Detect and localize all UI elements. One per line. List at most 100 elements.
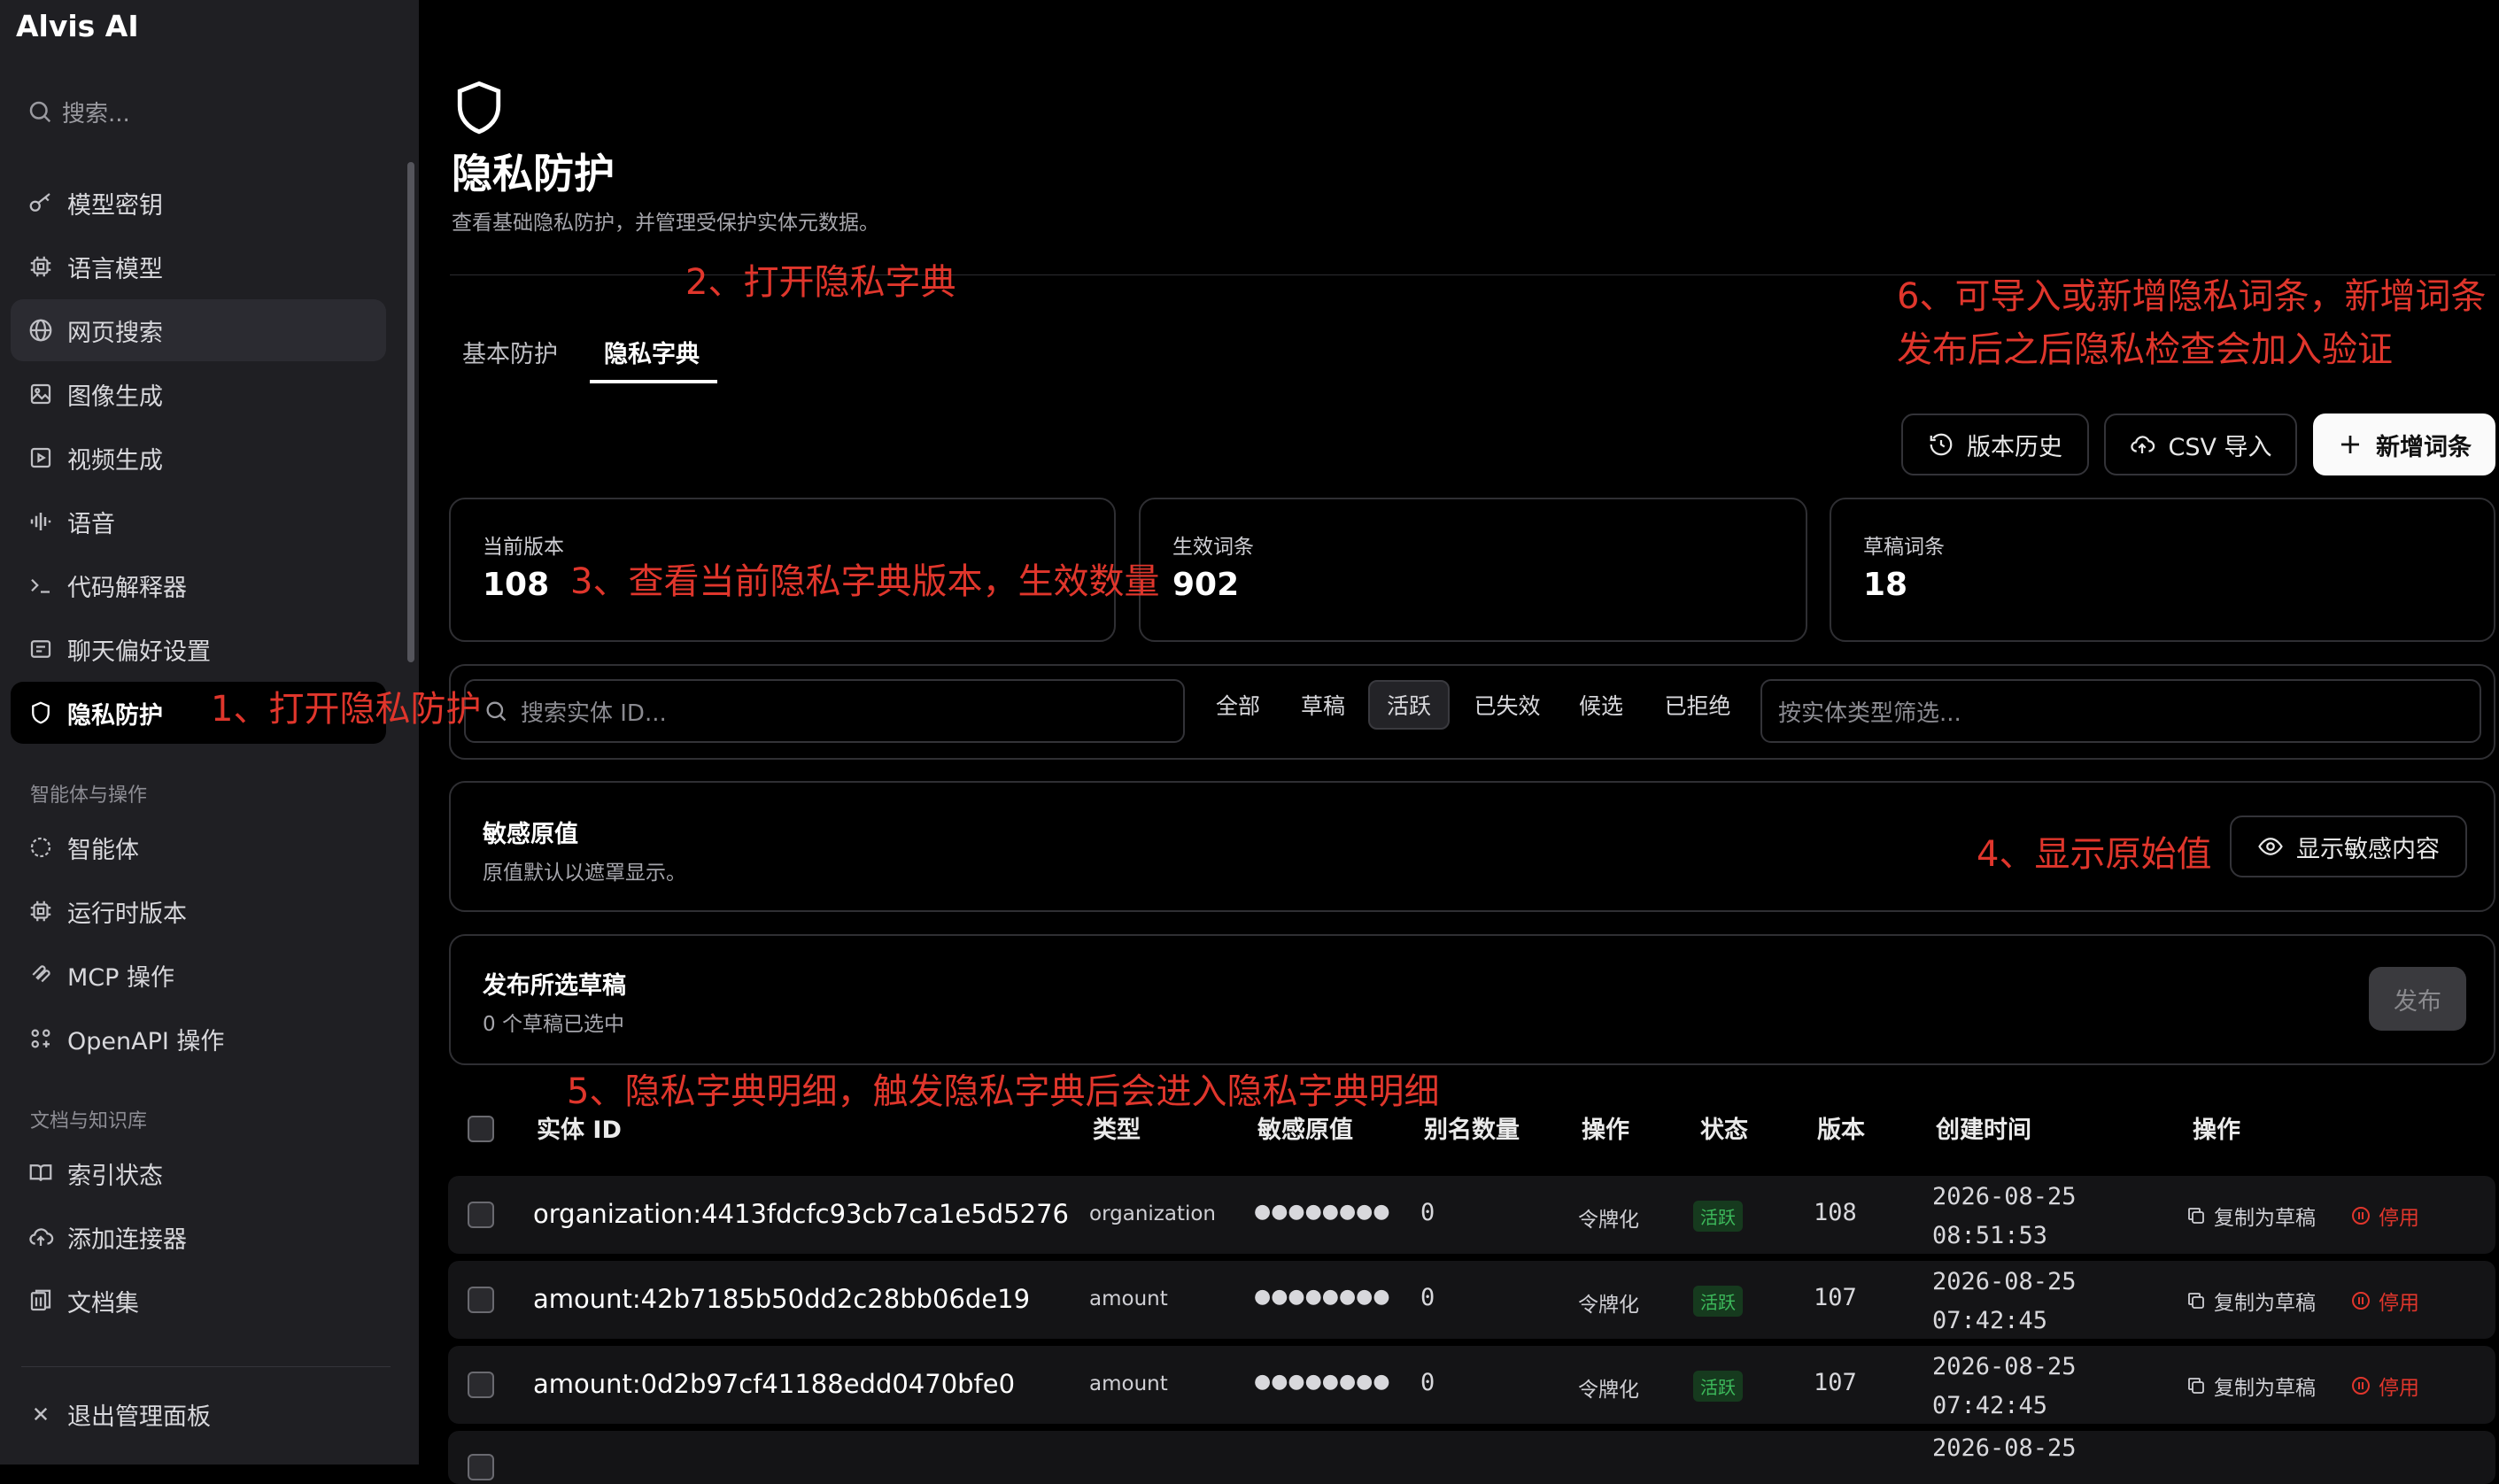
eye-icon (2257, 833, 2296, 860)
disable-label: 停用 (2379, 1292, 2419, 1315)
tab-basic-protection[interactable]: 基本防护 (462, 335, 558, 369)
row-checkbox[interactable] (468, 1454, 494, 1480)
sidebar-item-label: 网页搜索 (67, 319, 163, 347)
annotation-step-4: 4、显示原始值 (1977, 834, 2212, 875)
version-history-button[interactable]: 版本历史 (1901, 414, 2089, 475)
table-row[interactable]: amount:0d2b97cf41188edd0470bfe0 amount ●… (448, 1346, 2495, 1424)
column-header: 创建时间 (1936, 1117, 2031, 1144)
add-entry-button[interactable]: 新增词条 (2313, 414, 2495, 475)
sidebar-item-model-keys[interactable]: 模型密钥 (11, 172, 386, 234)
key-icon (27, 189, 55, 217)
filter-expired[interactable]: 已失效 (1466, 680, 1549, 730)
stat-label: 生效词条 (1172, 536, 1254, 559)
column-header: 版本 (1817, 1117, 1865, 1144)
history-icon (1928, 431, 1967, 458)
table-row[interactable]: organization:4413fdcfc93cb7ca1e5d5276 or… (448, 1176, 2495, 1254)
sidebar-divider (21, 1366, 391, 1367)
stat-label: 草稿词条 (1863, 536, 1945, 559)
sidebar-item-label: 索引状态 (67, 1162, 163, 1190)
stat-card-draft-entries: 草稿词条 18 (1830, 498, 2495, 642)
sidebar-search[interactable]: 搜索... (27, 92, 130, 131)
sidebar-item-index-status[interactable]: 索引状态 (11, 1142, 386, 1204)
add-entry-label: 新增词条 (2376, 433, 2472, 461)
terminal-icon (27, 571, 55, 599)
sidebar-item-agents[interactable]: 智能体 (11, 816, 386, 878)
created-date: 2026-08-25 (1932, 1434, 2077, 1462)
power-icon (2350, 1290, 2371, 1311)
csv-import-button[interactable]: CSV 导入 (2104, 414, 2297, 475)
entity-type: amount (1089, 1287, 1168, 1310)
created-clock: 07:42:45 (1932, 1392, 2048, 1419)
sidebar-item-label: 隐私防护 (67, 701, 163, 730)
show-sensitive-button[interactable]: 显示敏感内容 (2230, 815, 2467, 877)
sidebar: Alvis AI 搜索... 模型密钥 语言模型 网页搜索 图像生成 视频生成 … (0, 0, 419, 1465)
alias-count: 0 (1420, 1369, 1435, 1396)
created-date: 2026-08-25 (1932, 1268, 2077, 1295)
copy-to-draft-label: 复制为草稿 (2214, 1377, 2316, 1400)
operation: 令牌化 (1578, 1294, 1639, 1317)
sidebar-item-code-interpreter[interactable]: 代码解释器 (11, 554, 386, 616)
table-row[interactable]: 2026-08-25 (448, 1431, 2495, 1484)
waveform-icon (27, 507, 55, 536)
sidebar-item-image-generation[interactable]: 图像生成 (11, 363, 386, 425)
sidebar-item-runtime-versions[interactable]: 运行时版本 (11, 880, 386, 942)
filter-all[interactable]: 全部 (1204, 680, 1272, 730)
sidebar-item-language-models[interactable]: 语言模型 (11, 236, 386, 298)
files-icon (27, 1287, 55, 1315)
entity-type-filter-input[interactable]: 按实体类型筛选... (1760, 679, 2481, 743)
page-title: 隐私防护 (452, 150, 615, 197)
stat-label: 当前版本 (483, 536, 564, 559)
sidebar-item-video-generation[interactable]: 视频生成 (11, 427, 386, 489)
entity-search-input[interactable]: 搜索实体 ID... (464, 679, 1185, 743)
sidebar-item-label: 智能体 (67, 836, 139, 864)
publish-drafts-card: 发布所选草稿 0 个草稿已选中 (449, 934, 2495, 1065)
publish-button[interactable]: 发布 (2369, 967, 2466, 1031)
copy-to-draft-button[interactable]: 复制为草稿 (2186, 1201, 2316, 1231)
sidebar-item-mcp-actions[interactable]: MCP 操作 (11, 944, 386, 1006)
sidebar-item-label: 模型密钥 (67, 191, 163, 220)
filter-draft[interactable]: 草稿 (1289, 680, 1357, 730)
sidebar-scrollbar[interactable] (407, 162, 414, 662)
sidebar-item-chat-preferences[interactable]: 聊天偏好设置 (11, 618, 386, 680)
tab-privacy-dictionary[interactable]: 隐私字典 (604, 335, 700, 369)
sidebar-item-label: 语言模型 (67, 255, 163, 283)
sidebar-item-label: 文档集 (67, 1289, 139, 1318)
disable-button[interactable]: 停用 (2350, 1286, 2419, 1316)
created-clock: 07:42:45 (1932, 1307, 2048, 1334)
row-checkbox[interactable] (468, 1372, 494, 1398)
disable-button[interactable]: 停用 (2350, 1371, 2419, 1401)
table-row[interactable]: amount:42b7185b50dd2c28bb06de19 amount ●… (448, 1261, 2495, 1339)
column-header: 别名数量 (1424, 1117, 1520, 1144)
created-date: 2026-08-25 (1932, 1183, 2077, 1210)
copy-to-draft-button[interactable]: 复制为草稿 (2186, 1371, 2316, 1401)
row-checkbox[interactable] (468, 1202, 494, 1228)
status-badge: 活跃 (1693, 1371, 1743, 1402)
disable-button[interactable]: 停用 (2350, 1201, 2419, 1231)
column-header: 操作 (1582, 1117, 1629, 1144)
cloud-upload-icon (27, 1223, 55, 1251)
sidebar-item-openapi-actions[interactable]: OpenAPI 操作 (11, 1008, 386, 1070)
copy-to-draft-button[interactable]: 复制为草稿 (2186, 1286, 2316, 1316)
sidebar-item-web-search[interactable]: 网页搜索 (11, 299, 386, 361)
operation: 令牌化 (1578, 1209, 1639, 1232)
copy-to-draft-label: 复制为草稿 (2214, 1207, 2316, 1230)
entity-id: amount:0d2b97cf41188edd0470bfe0 (533, 1369, 1016, 1399)
masked-value: ●●●●●●●● (1254, 1286, 1390, 1308)
filter-candidate[interactable]: 候选 (1566, 680, 1636, 730)
page-shield-icon (453, 78, 505, 140)
stat-value: 108 (483, 567, 550, 603)
sidebar-item-add-connector[interactable]: 添加连接器 (11, 1206, 386, 1268)
sidebar-item-speech[interactable]: 语音 (11, 491, 386, 553)
filter-active[interactable]: 活跃 (1368, 680, 1450, 730)
sidebar-item-document-sets[interactable]: 文档集 (11, 1270, 386, 1332)
alias-count: 0 (1420, 1284, 1435, 1311)
power-icon (2350, 1375, 2371, 1396)
stat-card-active-entries: 生效词条 902 (1139, 498, 1807, 642)
row-checkbox[interactable] (468, 1287, 494, 1313)
exit-admin-button[interactable]: 退出管理面板 (11, 1383, 386, 1445)
annotation-step-5: 5、隐私字典明细，触发隐私字典后会进入隐私字典明细 (567, 1071, 1440, 1112)
filter-rejected[interactable]: 已拒绝 (1656, 680, 1739, 730)
created-time: 2026-08-25 08:51:53 (1932, 1178, 2077, 1256)
entity-id: amount:42b7185b50dd2c28bb06de19 (533, 1284, 1031, 1314)
select-all-checkbox[interactable] (468, 1116, 494, 1142)
